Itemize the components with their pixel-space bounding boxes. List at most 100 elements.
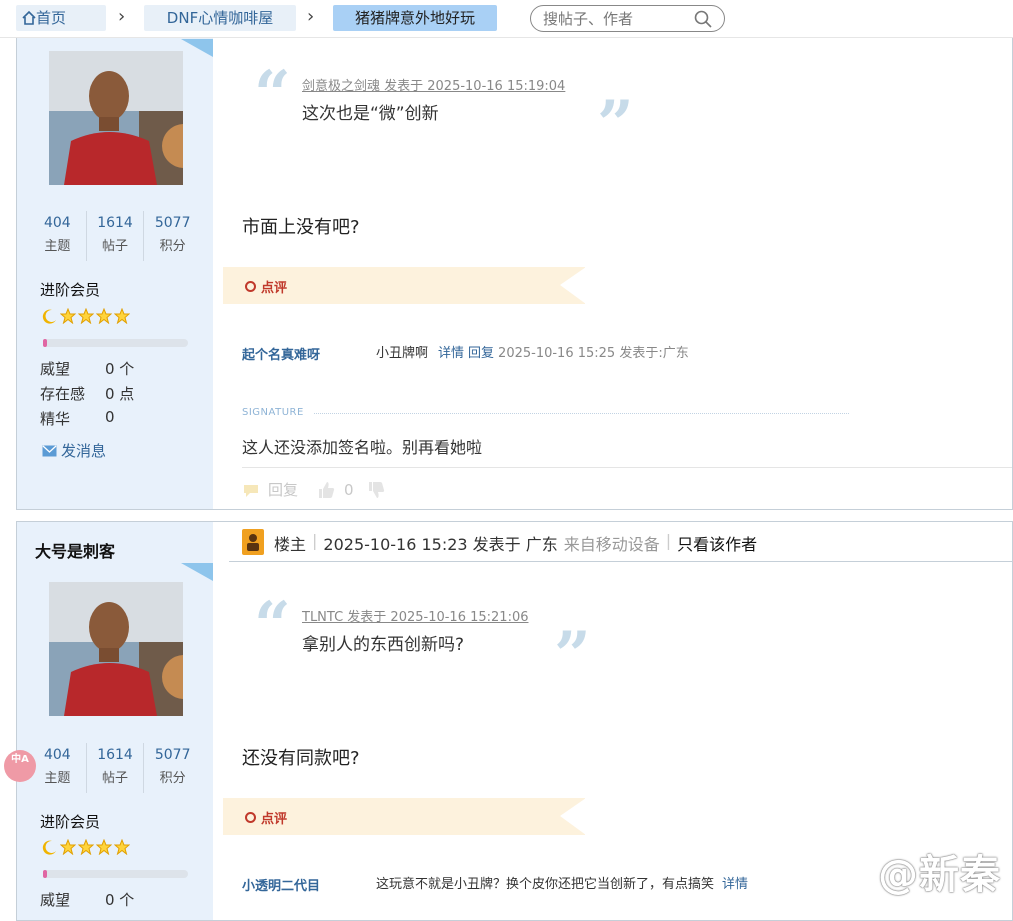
post-content: “ 剑意极之剑魂 发表于 2025-10-16 15:19:04 这次也是“微”… [223,1,1012,509]
post-time: 2025-10-16 15:23 发表于 广东 [323,535,558,554]
thread-starter-icon [242,529,264,555]
breadcrumb: 首页 › DNF心情咖啡屋 › 猪猪牌意外地好玩 [0,0,1013,38]
thumbs-up-icon[interactable] [316,480,336,500]
close-quote-icon: ” [597,87,634,162]
breadcrumb-forum[interactable]: DNF心情咖啡屋 [144,5,296,31]
comment-label: 点评 [245,808,287,827]
level-stars [41,839,130,856]
signature-label: SIGNATURE [242,407,304,418]
post-header-row: 楼主 | 2025-10-16 15:23 发表于 广东 来自移动设备 | 只看… [274,531,757,555]
watermark: @新秦 [878,852,1001,898]
author-stats: 404 主题 1614 帖子 5077 积分 [29,211,201,261]
post-header: 楼主 | 2025-10-16 15:23 发表于 广东 来自移动设备 | 只看… [229,522,1012,562]
quote-author-link[interactable]: TLNTC 发表于 2025-10-16 15:21:06 [302,606,529,625]
only-author-link[interactable]: 只看该作者 [677,531,757,555]
avatar-image [49,582,183,716]
avatar-image [49,51,183,185]
comment-detail-link[interactable]: 详情 [438,342,464,361]
stat-topics[interactable]: 404 主题 [29,211,87,261]
post-footer: 回复 0 [242,479,386,500]
signature-text: 这人还没添加签名啦。别再看她啦 [242,438,483,457]
chevron-right-icon: › [118,6,126,27]
star-icon [96,839,112,855]
post-body: 市面上没有吧? [242,217,360,238]
apple-icon [181,563,213,581]
search-input[interactable] [543,9,683,28]
comment-label: 点评 [245,277,287,296]
send-message-link[interactable]: 发消息 [42,440,106,461]
post: 404 主题 1614 帖子 5077 积分 进阶会员 威望 0 个 存在感 0 点 精华… [16,0,1013,510]
mail-icon [42,445,57,456]
quote-text: 拿别人的东西创新吗? [302,635,465,655]
post-body: 还没有同款吧? [242,748,360,769]
open-quote-icon: “ [254,57,291,132]
star-icon [114,839,130,855]
level-stars [41,308,130,325]
stat-topics[interactable]: 404 主题 [29,743,87,793]
comment-row: 这玩意不就是小丑牌？换个皮你还把它当创新了，有点搞笑 详情 [376,873,748,892]
star-icon [60,308,76,324]
comment-section-header: 点评 [223,267,586,304]
breadcrumb-thread[interactable]: 猪猪牌意外地好玩 [333,5,497,31]
home-icon [22,10,36,25]
stat-posts[interactable]: 1614 帖子 [87,743,145,793]
divider: | [665,531,672,550]
thread-starter-label: 楼主 [274,535,307,554]
thumbs-down-icon[interactable] [366,480,386,500]
close-quote-icon: ” [554,618,591,693]
star-icon [78,308,94,324]
comment-user-link[interactable]: 起个名真难呀 [242,344,320,363]
comment-section-header: 点评 [223,798,586,835]
chevron-right-icon: › [307,6,315,27]
breadcrumb-home-label: 首页 [36,9,67,27]
avatar[interactable] [49,51,183,185]
comment-text: 小丑牌啊 [376,346,429,361]
reply-button[interactable]: 回复 [268,479,298,500]
search-icon[interactable] [694,10,712,28]
comment-detail-link[interactable]: 详情 [722,873,748,892]
level-progress-bar [43,870,188,878]
divider: | [312,531,318,550]
star-icon [96,308,112,324]
like-count: 0 [344,480,354,499]
moon-icon [42,309,56,324]
member-level: 进阶会员 [40,813,101,831]
star-icon [114,308,130,324]
author-sidebar: 404 主题 1614 帖子 5077 积分 进阶会员 威望 0 个 存在感 0 点 精华… [17,1,213,509]
post: 大号是刺客 404 主题 1614 帖子 5077 积分 进阶会员 威望 0 个… [16,521,1013,921]
attr-prestige: 威望 0 个 [40,360,135,378]
comment-text: 这玩意不就是小丑牌？换个皮你还把它当创新了，有点搞笑 [376,877,715,892]
open-quote-icon: “ [254,588,291,663]
attr-essence: 精华 0 [40,408,115,428]
signature-divider [314,413,849,414]
attr-presence: 存在感 0 点 [40,385,135,403]
author-name[interactable]: 大号是刺客 [35,538,115,562]
member-level: 进阶会员 [40,281,101,299]
star-icon [78,839,94,855]
footer-divider [242,467,1012,468]
circle-icon [245,812,256,823]
quote-author-link[interactable]: 剑意极之剑魂 发表于 2025-10-16 15:19:04 [302,75,565,94]
apple-icon [181,39,213,57]
comment-reply-link[interactable]: 回复 [468,342,494,361]
circle-icon [245,281,256,292]
breadcrumb-home[interactable]: 首页 [16,5,106,31]
translate-button[interactable]: 中A [4,750,36,782]
quote-text: 这次也是“微”创新 [302,104,439,124]
stat-posts[interactable]: 1614 帖子 [87,211,145,261]
reply-icon[interactable] [242,482,260,498]
avatar[interactable] [49,582,183,716]
search-box [530,5,725,32]
author-stats: 404 主题 1614 帖子 5077 积分 [29,743,201,793]
stat-points[interactable]: 5077 积分 [144,211,201,261]
stat-points[interactable]: 5077 积分 [144,743,201,793]
author-sidebar: 大号是刺客 404 主题 1614 帖子 5077 积分 进阶会员 威望 0 个 [17,522,213,920]
comment-row: 小丑牌啊 详情 回复 2025-10-16 15:25 发表于:广东 [376,342,689,361]
attr-prestige: 威望 0 个 [40,891,135,909]
device-source: 来自移动设备 [563,535,660,554]
comment-user-link[interactable]: 小透明二代目 [242,875,320,894]
level-progress-bar [43,339,188,347]
comment-time: 2025-10-16 15:25 发表于:广东 [498,346,689,361]
moon-icon [42,840,56,855]
star-icon [60,839,76,855]
